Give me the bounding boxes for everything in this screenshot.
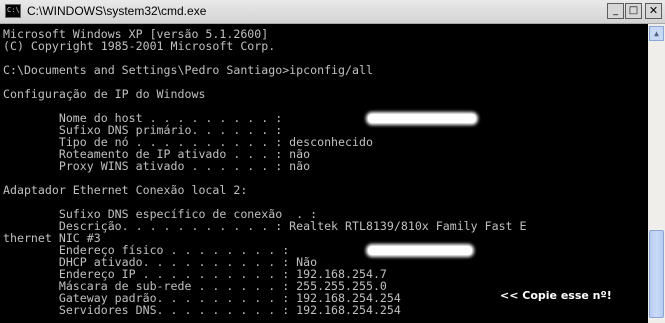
console-line: Adaptador Ethernet Conexão local 2:	[3, 183, 248, 197]
cmd-icon[interactable]	[5, 4, 21, 18]
cmd-window: C:\WINDOWS\system32\cmd.exe _ □ ✕ Micros…	[0, 0, 665, 323]
maximize-button[interactable]: □	[625, 3, 642, 19]
minimize-button[interactable]: _	[607, 3, 624, 19]
scroll-thumb[interactable]	[649, 230, 664, 318]
console-line: Proxy WINS ativado . . . . . . : não	[3, 159, 311, 173]
redacted-host-name	[368, 114, 476, 123]
console-line: Servidores DNS. . . . . . . . . : 192.16…	[3, 303, 401, 317]
console-output[interactable]: Microsoft Windows XP [versão 5.1.2600] (…	[0, 24, 648, 323]
console-line: C:\Documents and Settings\Pedro Santiago…	[3, 63, 373, 77]
window-title: C:\WINDOWS\system32\cmd.exe	[27, 4, 207, 18]
copy-note-annotation: << Copie esse nº!	[500, 289, 612, 302]
console-line: Configuração de IP do Windows	[3, 87, 206, 101]
arrow-up-icon[interactable]: ▲	[649, 26, 664, 41]
close-button[interactable]: ✕	[645, 3, 662, 19]
title-bar[interactable]: C:\WINDOWS\system32\cmd.exe _ □ ✕	[0, 0, 665, 24]
redacted-mac-address	[368, 246, 472, 255]
vertical-scrollbar[interactable]: ▲	[648, 24, 665, 323]
console-line: (C) Copyright 1985-2001 Microsoft Corp.	[3, 39, 276, 53]
